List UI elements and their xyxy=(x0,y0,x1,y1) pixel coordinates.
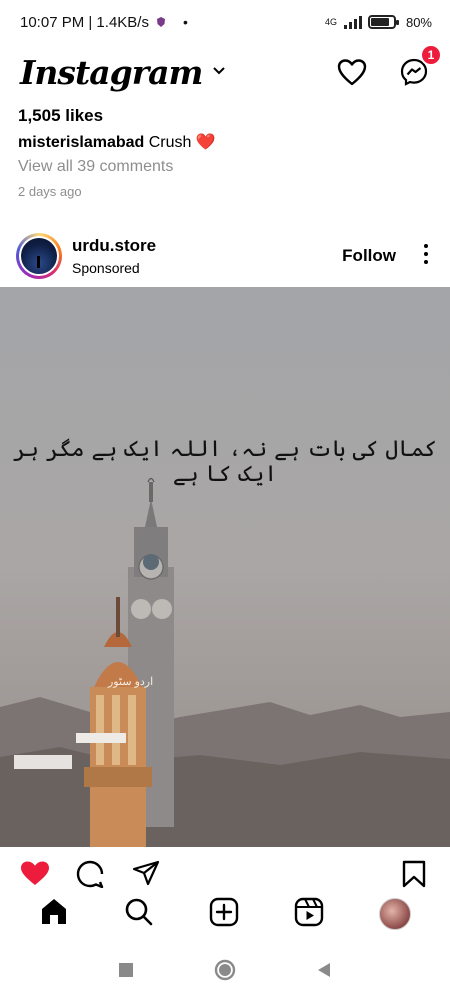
bookmark-icon xyxy=(402,860,426,888)
image-watermark: اردو سٹور xyxy=(108,676,154,688)
comment-button[interactable] xyxy=(76,860,104,893)
square-icon xyxy=(119,962,133,977)
messenger-button[interactable]: 1 xyxy=(398,44,442,88)
mecca-skyline-illustration xyxy=(0,287,450,847)
app-header: Instagram 1 xyxy=(0,44,450,100)
status-time: 10:07 PM | 1.4KB/s xyxy=(20,13,149,31)
post-timestamp: 2 days ago xyxy=(18,184,82,199)
caption-text: Crush xyxy=(148,134,192,151)
signal-icon xyxy=(343,15,362,29)
messenger-badge: 1 xyxy=(420,44,442,66)
activity-heart-button[interactable] xyxy=(336,56,368,88)
post-actions-bar xyxy=(0,856,450,892)
search-icon xyxy=(125,898,153,925)
back-button[interactable] xyxy=(316,962,332,983)
nav-new-post[interactable] xyxy=(209,897,239,932)
likes-count[interactable]: 1,505 likes xyxy=(18,106,438,128)
reels-icon xyxy=(294,897,323,926)
back-triangle-icon xyxy=(318,962,330,977)
sponsored-label[interactable]: Sponsored xyxy=(72,260,156,276)
post-image[interactable]: کمال کی بات ہے نہ، اللہ ایک ہے مگر ہر ای… xyxy=(0,287,450,847)
share-icon xyxy=(132,860,160,886)
more-options-icon[interactable] xyxy=(424,244,428,264)
bottom-navigation xyxy=(0,892,450,936)
post-header: urdu.store Sponsored Follow xyxy=(0,228,450,284)
home-icon xyxy=(42,898,67,924)
nav-search[interactable] xyxy=(124,897,154,932)
urdu-quote: کمال کی بات ہے نہ، اللہ ایک ہے مگر ہر ای… xyxy=(13,437,437,487)
share-button[interactable] xyxy=(132,860,160,891)
account-avatar[interactable] xyxy=(16,233,62,279)
comment-icon xyxy=(76,860,104,889)
more-notifications-icon: • xyxy=(182,14,188,30)
recents-button[interactable] xyxy=(118,962,134,983)
battery-level: 80% xyxy=(405,14,432,30)
avatar-image xyxy=(19,236,59,276)
account-name[interactable]: urdu.store xyxy=(72,236,156,256)
heart-filled-icon xyxy=(21,861,49,885)
chevron-down-icon[interactable] xyxy=(212,63,226,81)
follow-button[interactable]: Follow xyxy=(342,246,396,266)
new-post-icon xyxy=(209,897,239,926)
heart-icon xyxy=(337,59,367,86)
nav-profile-avatar[interactable] xyxy=(378,898,411,930)
nav-home[interactable] xyxy=(39,897,69,932)
caption-emoji: ❤️ xyxy=(195,134,216,151)
save-button[interactable] xyxy=(402,860,426,893)
system-home-button[interactable] xyxy=(214,959,236,986)
battery-icon xyxy=(367,15,399,29)
post-caption: misterislamabad Crush ❤️ xyxy=(18,132,438,154)
status-bar: 10:07 PM | 1.4KB/s • 4G 80% xyxy=(0,0,450,44)
circle-icon xyxy=(214,959,236,980)
instagram-logo[interactable]: Instagram xyxy=(20,53,203,92)
caption-username[interactable]: misterislamabad xyxy=(18,134,144,151)
system-navigation-bar xyxy=(0,944,450,1000)
nav-reels[interactable] xyxy=(294,897,324,932)
view-comments-link[interactable]: View all 39 comments xyxy=(18,158,438,180)
notification-shield-icon xyxy=(156,17,165,27)
network-type: 4G xyxy=(324,17,337,27)
like-button[interactable] xyxy=(20,860,50,891)
previous-post-footer: 1,505 likes misterislamabad Crush ❤️ Vie… xyxy=(18,106,438,202)
